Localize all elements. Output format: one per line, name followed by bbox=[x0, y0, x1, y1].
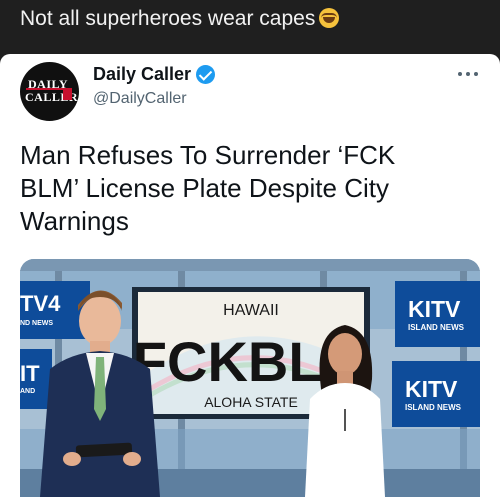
left-monitor-2-sub: AND bbox=[20, 388, 35, 395]
author-name-row[interactable]: Daily Caller bbox=[93, 64, 216, 85]
plate-motto: ALOHA STATE bbox=[204, 394, 298, 410]
verified-badge-icon bbox=[196, 65, 216, 84]
avatar-flag-icon bbox=[63, 90, 72, 100]
laughing-emoji-icon bbox=[319, 8, 340, 28]
right-monitor-1-logo: KITV bbox=[408, 296, 461, 322]
display-name[interactable]: Daily Caller bbox=[93, 64, 191, 85]
left-monitor-1-sub: ND NEWS bbox=[20, 320, 53, 327]
right-monitor-2-logo: KITV bbox=[405, 376, 458, 402]
avatar[interactable]: DAILY CALLER bbox=[20, 62, 79, 121]
user-handle[interactable]: @DailyCaller bbox=[93, 90, 187, 108]
right-monitor-1-sub: ISLAND NEWS bbox=[408, 323, 465, 332]
more-options-icon[interactable] bbox=[455, 64, 481, 84]
tweet-media-image[interactable]: TV4 ND NEWS IT AND KITV ISLAND NEWS KITV… bbox=[20, 259, 480, 497]
tweet-text: Man Refuses To Surrender ‘FCK BLM’ Licen… bbox=[20, 140, 396, 236]
left-monitor-1-logo: TV4 bbox=[20, 291, 61, 316]
news-studio-scene: TV4 ND NEWS IT AND KITV ISLAND NEWS KITV… bbox=[20, 259, 480, 497]
caption: Not all superheroes wear capes bbox=[20, 7, 340, 31]
tweet-card[interactable]: DAILY CALLER Daily Caller @DailyCaller M… bbox=[0, 54, 500, 497]
caption-text: Not all superheroes wear capes bbox=[20, 7, 316, 30]
plate-state-label: HAWAII bbox=[223, 302, 279, 319]
left-monitor-2-logo: IT bbox=[20, 361, 40, 386]
right-monitor-2-sub: ISLAND NEWS bbox=[405, 403, 462, 412]
caption-bar: Not all superheroes wear capes bbox=[0, 0, 500, 54]
